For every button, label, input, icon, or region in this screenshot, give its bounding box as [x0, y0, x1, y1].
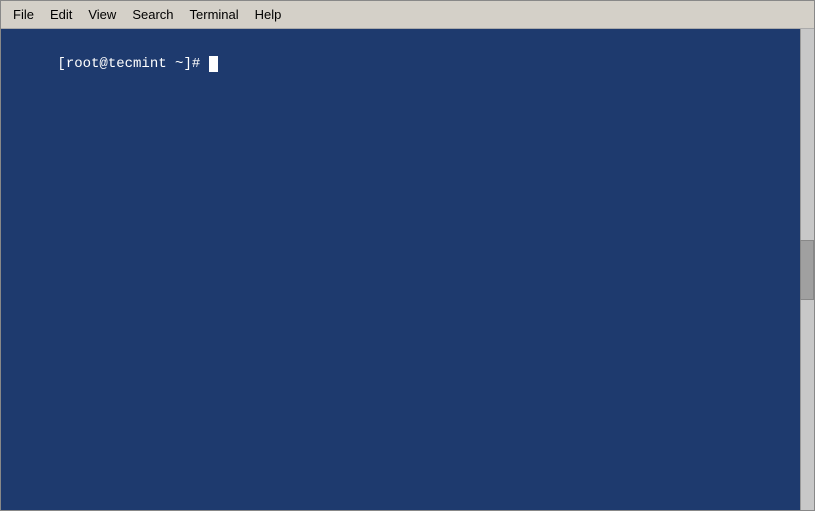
menu-search[interactable]: Search [124, 5, 181, 24]
scrollbar[interactable] [800, 29, 814, 510]
menu-view[interactable]: View [80, 5, 124, 24]
terminal-prompt-line: [root@tecmint ~]# [7, 35, 808, 94]
terminal-window: File Edit View Search Terminal Help [roo… [0, 0, 815, 511]
terminal-area[interactable]: [root@tecmint ~]# [1, 29, 814, 510]
menu-terminal[interactable]: Terminal [182, 5, 247, 24]
scrollbar-thumb[interactable] [800, 240, 814, 300]
terminal-prompt: [root@tecmint ~]# [57, 56, 208, 72]
menu-edit[interactable]: Edit [42, 5, 80, 24]
menu-help[interactable]: Help [247, 5, 290, 24]
menubar: File Edit View Search Terminal Help [1, 1, 814, 29]
terminal-cursor [209, 56, 218, 72]
menu-file[interactable]: File [5, 5, 42, 24]
